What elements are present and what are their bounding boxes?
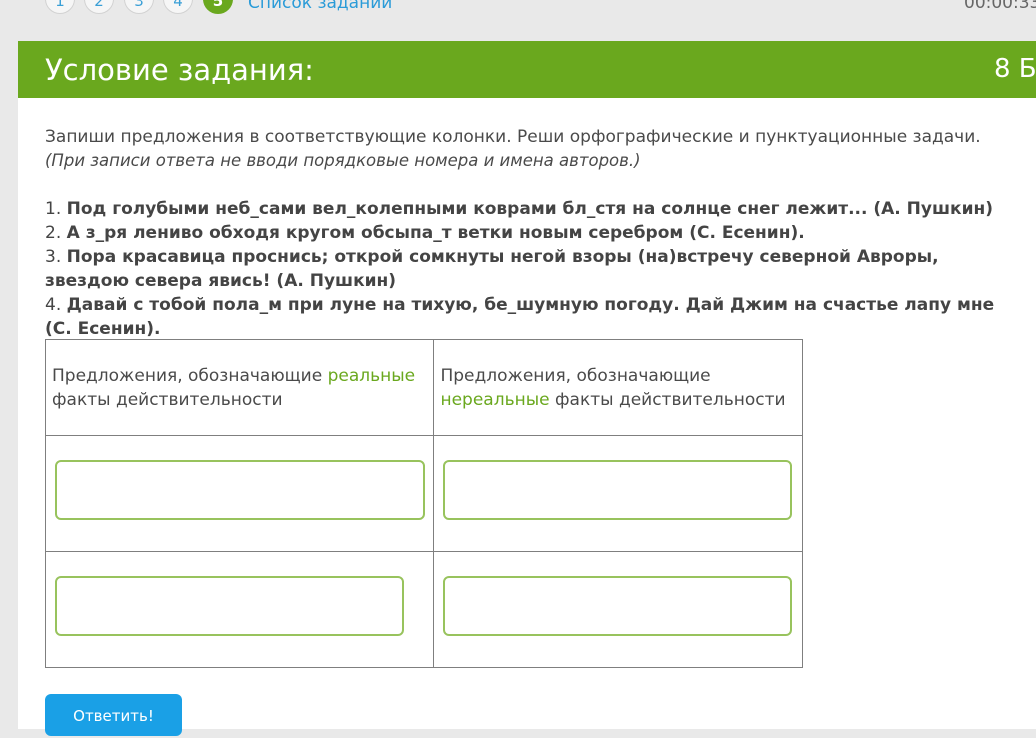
step-3-button[interactable]: 3 xyxy=(124,0,154,14)
step-1-button[interactable]: 1 xyxy=(45,0,75,14)
task-points: 8 Б. xyxy=(994,54,1036,84)
task-instruction: Запиши предложения в соответствующие кол… xyxy=(45,127,981,147)
task-list-link[interactable]: Список заданий xyxy=(248,0,392,13)
sentence-number: 2. xyxy=(45,223,62,243)
column-header-prefix: Предложения, обозначающие xyxy=(440,366,711,386)
step-2-button[interactable]: 2 xyxy=(84,0,114,14)
task-card: Условие задания: 8 Б. Запиши предложения… xyxy=(18,41,1036,736)
timer: 00:00:33 xyxy=(964,0,1036,13)
sentence-text: А з_ря лениво обходя кругом обсыпа_т вет… xyxy=(66,223,805,243)
drop-cell xyxy=(433,551,803,668)
drop-cell xyxy=(44,551,435,668)
task-title: Условие задания: xyxy=(45,53,314,87)
column-header-prefix: Предложения, обозначающие xyxy=(52,366,328,386)
sentence-item: 1. Под голубыми неб_сами вел_колепными к… xyxy=(45,197,1025,221)
column-header-highlight: нереальные xyxy=(440,390,550,410)
answer-drop-zone-real-1[interactable] xyxy=(55,460,425,520)
step-4-button[interactable]: 4 xyxy=(163,0,193,14)
column-header-real: Предложения, обозначающие реальные факты … xyxy=(44,339,435,436)
top-nav: 1 2 3 4 5 Список заданий 00:00:33 xyxy=(0,0,1036,30)
sentence-list: 1. Под голубыми неб_сами вел_колепными к… xyxy=(45,197,1025,341)
answer-drop-zone-unreal-2[interactable] xyxy=(443,576,793,636)
drop-cell xyxy=(44,435,435,552)
drop-cell xyxy=(433,435,803,552)
column-header-unreal: Предложения, обозначающие нереальные факт… xyxy=(433,339,803,436)
column-header-suffix: факты действительности xyxy=(549,390,786,410)
column-header-suffix: факты действительности xyxy=(52,390,283,410)
answer-drop-zone-unreal-1[interactable] xyxy=(443,460,793,520)
submit-button[interactable]: Ответить! xyxy=(45,694,182,736)
column-header-highlight: реальные xyxy=(327,366,416,386)
sentence-item: 2. А з_ря лениво обходя кругом обсыпа_т … xyxy=(45,221,1025,245)
task-header: Условие задания: 8 Б. xyxy=(18,41,1036,98)
task-note: (При записи ответа не вводи порядковые н… xyxy=(45,151,641,170)
step-5-button[interactable]: 5 xyxy=(203,0,233,14)
sentence-text: Давай с тобой пола_м при луне на тихую, … xyxy=(45,295,995,339)
sentence-item: 4. Давай с тобой пола_м при луне на тиху… xyxy=(45,293,1025,341)
answer-table: Предложения, обозначающие реальные факты … xyxy=(44,339,803,668)
answer-drop-zone-real-2[interactable] xyxy=(55,576,404,636)
sentence-item: 3. Пора красавица проснись; открой сомкн… xyxy=(45,245,1025,293)
sentence-text: Пора красавица проснись; открой сомкнуты… xyxy=(45,247,939,291)
sentence-number: 4. xyxy=(45,295,62,315)
sentence-number: 3. xyxy=(45,247,62,267)
sentence-text: Под голубыми неб_сами вел_колепными ковр… xyxy=(66,199,994,219)
sentence-number: 1. xyxy=(45,199,62,219)
